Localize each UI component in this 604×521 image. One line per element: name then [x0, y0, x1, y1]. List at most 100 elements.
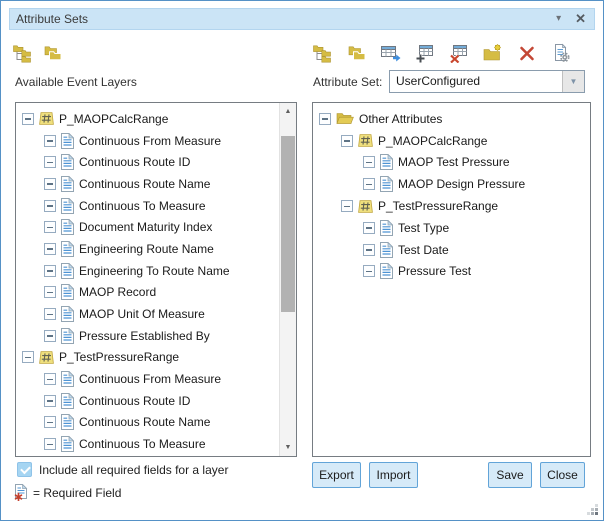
tree-item-label: Continuous Route ID [79, 394, 190, 408]
collapse-toggle[interactable] [44, 221, 56, 233]
tree-item-label: Document Maturity Index [79, 220, 212, 234]
tree-item-label: MAOP Design Pressure [398, 177, 525, 191]
collapse-toggle[interactable] [44, 438, 56, 450]
tree-item[interactable]: P_TestPressureRange [313, 195, 590, 217]
tree-item[interactable]: P_MAOPCalcRange [313, 130, 590, 152]
tree-item[interactable]: MAOP Record [16, 282, 279, 304]
folder-new-icon [483, 43, 503, 63]
tree-item[interactable]: Engineering Route Name [16, 238, 279, 260]
attribute-set-panel: Other AttributesP_MAOPCalcRangeMAOP Test… [312, 102, 591, 457]
page-settings-button[interactable] [549, 41, 573, 65]
delete-button[interactable] [515, 41, 539, 65]
collapse-toggle[interactable] [44, 135, 56, 147]
title-bar[interactable]: Attribute Sets ▾ ✕ [9, 8, 595, 30]
close-button[interactable]: Close [540, 462, 585, 488]
event-layer-icon [358, 134, 373, 147]
available-event-layers-label: Available Event Layers [15, 75, 137, 89]
collapse-toggle[interactable] [44, 286, 56, 298]
event-layer-icon [39, 351, 54, 364]
attribute-set-dropdown[interactable]: UserConfigured ▼ [389, 70, 585, 93]
tree-item[interactable]: Continuous To Measure [16, 195, 279, 217]
tree-item-label: Continuous To Measure [79, 437, 206, 451]
delete-x-icon [517, 43, 537, 63]
collapse-toggle[interactable] [363, 178, 375, 190]
tree-item[interactable]: Continuous Route Name [16, 173, 279, 195]
table-delete-button[interactable] [447, 41, 471, 65]
collapse-toggle[interactable] [44, 156, 56, 168]
tree-item[interactable]: Other Attributes [313, 108, 590, 130]
table-export-button[interactable] [379, 41, 403, 65]
collapse-toggle[interactable] [44, 330, 56, 342]
field-icon [61, 371, 74, 387]
collapse-toggle[interactable] [44, 395, 56, 407]
collapse-toggle[interactable] [363, 265, 375, 277]
folder-new-button[interactable] [481, 41, 505, 65]
folders-button[interactable] [345, 41, 369, 65]
close-icon[interactable]: ✕ [575, 9, 586, 29]
layer-tree-button[interactable] [311, 41, 335, 65]
scroll-up-icon[interactable]: ▲ [280, 104, 296, 119]
scroll-down-icon[interactable]: ▼ [280, 440, 296, 455]
table-add-icon [415, 43, 435, 63]
import-button[interactable]: Import [369, 462, 418, 488]
event-layer-icon [39, 112, 54, 125]
tree-item-label: Test Type [398, 221, 449, 235]
field-icon [61, 176, 74, 192]
collapse-toggle[interactable] [363, 222, 375, 234]
folders-button[interactable] [41, 41, 65, 65]
tree-item[interactable]: Continuous From Measure [16, 130, 279, 152]
caret-down-icon[interactable]: ▾ [556, 9, 561, 29]
layer-tree-button[interactable] [11, 41, 35, 65]
tree-item[interactable]: Continuous Route ID [16, 151, 279, 173]
tree-item[interactable]: MAOP Design Pressure [313, 173, 590, 195]
tree-item[interactable]: Pressure Test [313, 261, 590, 283]
collapse-toggle[interactable] [44, 416, 56, 428]
tree-item[interactable]: Document Maturity Index [16, 216, 279, 238]
collapse-toggle[interactable] [44, 373, 56, 385]
vertical-scrollbar[interactable]: ▲ ▼ [279, 103, 296, 456]
scrollbar-thumb[interactable] [281, 136, 295, 312]
collapse-toggle[interactable] [44, 308, 56, 320]
folder-tree-icon [13, 43, 33, 63]
tree-item-label: Continuous Route Name [79, 177, 210, 191]
collapse-toggle[interactable] [22, 113, 34, 125]
folders-icon [43, 43, 63, 63]
tree-item[interactable]: Continuous To Measure [16, 433, 279, 455]
tree-item[interactable]: Test Type [313, 217, 590, 239]
collapse-toggle[interactable] [363, 244, 375, 256]
collapse-toggle[interactable] [363, 156, 375, 168]
available-layers-panel: P_MAOPCalcRangeContinuous From MeasureCo… [15, 102, 297, 457]
collapse-toggle[interactable] [341, 200, 353, 212]
export-button[interactable]: Export [312, 462, 361, 488]
tree-item[interactable]: P_MAOPCalcRange [16, 108, 279, 130]
table-export-icon [381, 43, 401, 63]
table-delete-icon [449, 43, 469, 63]
table-add-button[interactable] [413, 41, 437, 65]
tree-item[interactable]: Continuous From Measure [16, 368, 279, 390]
collapse-toggle[interactable] [22, 351, 34, 363]
folder-open-icon [336, 112, 354, 125]
tree-item[interactable]: P_TestPressureRange [16, 347, 279, 369]
resize-grip-icon[interactable] [586, 503, 598, 515]
tree-item-label: P_TestPressureRange [59, 350, 179, 364]
tree-item[interactable]: Engineering To Route Name [16, 260, 279, 282]
collapse-toggle[interactable] [319, 113, 331, 125]
collapse-toggle[interactable] [341, 135, 353, 147]
collapse-toggle[interactable] [44, 265, 56, 277]
field-icon [61, 306, 74, 322]
tree-item[interactable]: Continuous Route Name [16, 412, 279, 434]
field-icon [61, 219, 74, 235]
tree-item-label: Continuous Route ID [79, 155, 190, 169]
tree-item[interactable]: Test Date [313, 239, 590, 261]
tree-item[interactable]: Pressure Established By [16, 325, 279, 347]
collapse-toggle[interactable] [44, 243, 56, 255]
collapse-toggle[interactable] [44, 200, 56, 212]
save-button[interactable]: Save [488, 462, 532, 488]
footer-buttons: Export Import Save Close [304, 462, 598, 488]
tree-item[interactable]: MAOP Test Pressure [313, 152, 590, 174]
collapse-toggle[interactable] [44, 178, 56, 190]
include-required-fields-checkbox[interactable] [17, 462, 32, 477]
dropdown-arrow-icon[interactable]: ▼ [562, 71, 584, 92]
tree-item[interactable]: Continuous Route ID [16, 390, 279, 412]
tree-item[interactable]: MAOP Unit Of Measure [16, 303, 279, 325]
